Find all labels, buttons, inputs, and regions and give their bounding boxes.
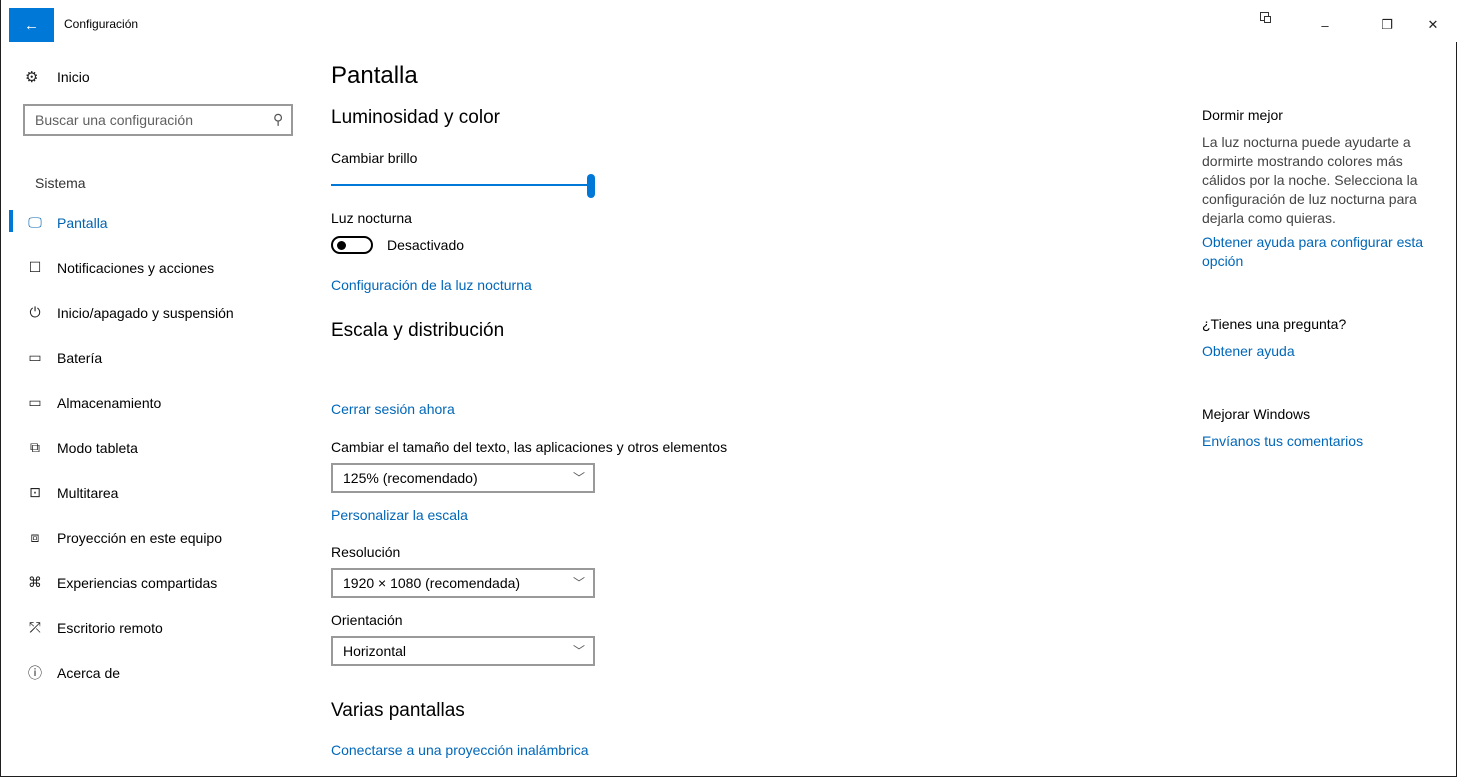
remote-icon: ⤱: [29, 619, 41, 635]
sidebar-item-multitarea[interactable]: ⊡ Multitarea: [9, 470, 299, 515]
close-button[interactable]: ✕: [1413, 8, 1453, 42]
sidebar-item-label: Multitarea: [57, 484, 119, 501]
get-help-link[interactable]: Obtener ayuda: [1202, 342, 1438, 361]
monitor-icon: 🖵: [28, 214, 42, 230]
sidebar-nav: 🖵 Pantalla ☐ Notificaciones y acciones ⏻…: [9, 200, 299, 695]
sign-out-link[interactable]: Cerrar sesión ahora: [331, 401, 455, 417]
tablet-icon: ⧉: [30, 439, 40, 455]
sidebar-group-label: Sistema: [35, 175, 86, 191]
multi-display-section-heading: Varias pantallas: [331, 700, 465, 721]
home-label: Inicio: [57, 69, 90, 85]
night-light-toggle[interactable]: [331, 236, 373, 254]
notification-icon: ☐: [28, 259, 42, 275]
sidebar-item-proyeccion[interactable]: ⧈ Proyección en este equipo: [9, 515, 299, 560]
orientation-label: Orientación: [331, 612, 403, 628]
night-light-state: Desactivado: [387, 237, 465, 253]
sidebar-item-label: Batería: [57, 349, 103, 366]
question-heading: ¿Tienes una pregunta?: [1202, 316, 1347, 332]
slider-thumb[interactable]: [587, 174, 595, 198]
battery-icon: ▭: [28, 349, 42, 365]
sidebar-item-bateria[interactable]: ▭ Batería: [9, 335, 299, 380]
back-arrow-icon: ←: [24, 16, 39, 34]
scale-value: 125% (recomendado): [343, 470, 478, 486]
resolution-label: Resolución: [331, 544, 401, 560]
title-bar: ← Configuración – ❐ ✕: [1, 0, 1457, 42]
sidebar-item-label: Escritorio remoto: [57, 619, 163, 636]
home-link[interactable]: ⚙ Inicio: [25, 68, 90, 86]
storage-icon: ▭: [28, 394, 42, 410]
sidebar-item-label: Inicio/apagado y suspensión: [57, 304, 234, 321]
orientation-dropdown[interactable]: Horizontal ﹀: [331, 636, 595, 666]
improve-heading: Mejorar Windows: [1202, 406, 1311, 422]
restore-button[interactable]: ❐: [1367, 8, 1407, 42]
info-icon: ⓘ: [28, 664, 42, 681]
shared-icon: ⌘: [28, 574, 42, 590]
sidebar-item-label: Almacenamiento: [57, 394, 162, 411]
sidebar-item-label: Proyección en este equipo: [57, 529, 222, 546]
scale-label: Cambiar el tamaño del texto, las aplicac…: [331, 439, 728, 455]
settings-window: ← Configuración – ❐ ✕ ⚙ Inicio Buscar un…: [0, 0, 1457, 777]
sidebar-item-inicio-apagado[interactable]: ⏻ Inicio/apagado y suspensión: [9, 290, 299, 335]
custom-scale-link[interactable]: Personalizar la escala: [331, 507, 468, 523]
window-title: Configuración: [64, 17, 139, 31]
sleep-heading: Dormir mejor: [1202, 107, 1283, 123]
back-button[interactable]: ←: [9, 8, 54, 42]
search-placeholder: Buscar una configuración: [35, 112, 193, 128]
sidebar-item-modo-tableta[interactable]: ⧉ Modo tableta: [9, 425, 299, 470]
scale-dropdown[interactable]: 125% (recomendado) ﹀: [331, 463, 595, 493]
resolution-value: 1920 × 1080 (recomendada): [343, 575, 521, 591]
brightness-slider[interactable]: [331, 174, 595, 198]
toggle-knob: [337, 241, 346, 250]
sidebar-item-acerca-de[interactable]: ⓘ Acerca de: [9, 650, 299, 695]
page-title: Pantalla: [331, 62, 418, 89]
sidebar-item-pantalla[interactable]: 🖵 Pantalla: [9, 200, 299, 245]
slider-track: [331, 184, 589, 186]
sidebar-item-almacenamiento[interactable]: ▭ Almacenamiento: [9, 380, 299, 425]
multitask-icon: ⊡: [29, 484, 41, 500]
sidebar-item-experiencias[interactable]: ⌘ Experiencias compartidas: [9, 560, 299, 605]
sidebar-item-label: Pantalla: [57, 214, 108, 231]
snap-assist-icon[interactable]: [1260, 12, 1271, 23]
brightness-label: Cambiar brillo: [331, 150, 418, 166]
sidebar-item-escritorio-remoto[interactable]: ⤱ Escritorio remoto: [9, 605, 299, 650]
search-icon: ⚲: [272, 111, 283, 127]
gear-icon: ⚙: [25, 69, 39, 86]
restore-icon: ❐: [1381, 17, 1393, 32]
feedback-link[interactable]: Envíanos tus comentarios: [1202, 432, 1438, 451]
chevron-down-icon: ﹀: [572, 576, 585, 590]
chevron-down-icon: ﹀: [572, 644, 585, 658]
sleep-description: La luz nocturna puede ayudarte a dormirt…: [1202, 134, 1418, 226]
sidebar-item-label: Modo tableta: [57, 439, 138, 456]
orientation-value: Horizontal: [343, 643, 407, 659]
projection-icon: ⧈: [30, 529, 40, 545]
scale-section-heading: Escala y distribución: [331, 320, 505, 341]
wireless-projection-link[interactable]: Conectarse a una proyección inalámbrica: [331, 742, 589, 758]
night-light-settings-link[interactable]: Configuración de la luz nocturna: [331, 277, 532, 293]
sidebar-item-notificaciones[interactable]: ☐ Notificaciones y acciones: [9, 245, 299, 290]
night-light-label: Luz nocturna: [331, 210, 412, 226]
minimize-button[interactable]: –: [1305, 8, 1345, 42]
sleep-help-link[interactable]: Obtener ayuda para configurar esta opció…: [1202, 233, 1438, 271]
search-input[interactable]: Buscar una configuración ⚲: [23, 104, 293, 136]
sidebar-item-label: Notificaciones y acciones: [57, 259, 215, 276]
minimize-icon: –: [1321, 17, 1329, 33]
resolution-dropdown[interactable]: 1920 × 1080 (recomendada) ﹀: [331, 568, 595, 598]
power-icon: ⏻: [29, 304, 41, 320]
night-light-toggle-row: Desactivado: [331, 236, 464, 254]
brightness-section-heading: Luminosidad y color: [331, 107, 500, 128]
chevron-down-icon: ﹀: [572, 471, 585, 485]
sidebar-item-label: Experiencias compartidas: [57, 574, 218, 591]
close-icon: ✕: [1427, 17, 1439, 32]
sidebar-item-label: Acerca de: [57, 664, 121, 681]
